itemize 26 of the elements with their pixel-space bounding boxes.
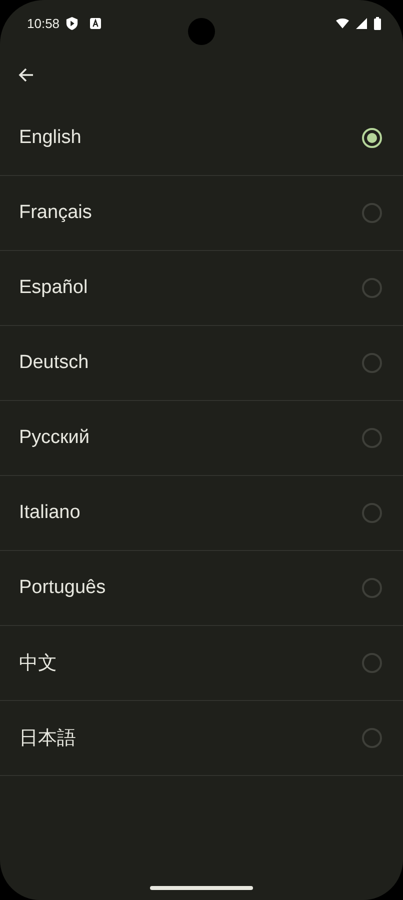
signal-icon [355, 18, 368, 29]
language-option[interactable]: English [0, 101, 403, 176]
radio-button[interactable] [362, 203, 382, 223]
language-option[interactable]: Português [0, 551, 403, 626]
camera-cutout [188, 18, 215, 45]
back-arrow-icon [18, 66, 34, 82]
wifi-icon [336, 18, 349, 29]
language-option[interactable]: Deutsch [0, 326, 403, 401]
radio-button[interactable] [362, 653, 382, 673]
language-option[interactable]: Español [0, 251, 403, 326]
radio-button[interactable] [362, 353, 382, 373]
language-option[interactable]: Français [0, 176, 403, 251]
home-indicator[interactable] [150, 886, 253, 890]
radio-button[interactable] [362, 278, 382, 298]
language-option[interactable]: 中文 [0, 626, 403, 701]
clock-time: 10:58 [27, 16, 60, 31]
battery-icon [374, 17, 381, 30]
shield-icon [66, 17, 78, 30]
radio-button[interactable] [362, 728, 382, 748]
keyboard-icon [90, 18, 101, 29]
radio-button[interactable] [362, 428, 382, 448]
radio-button[interactable] [362, 503, 382, 523]
language-option[interactable]: Русский [0, 401, 403, 476]
language-option[interactable]: 日本語 [0, 701, 403, 776]
language-option[interactable]: Italiano [0, 476, 403, 551]
radio-button[interactable] [362, 578, 382, 598]
